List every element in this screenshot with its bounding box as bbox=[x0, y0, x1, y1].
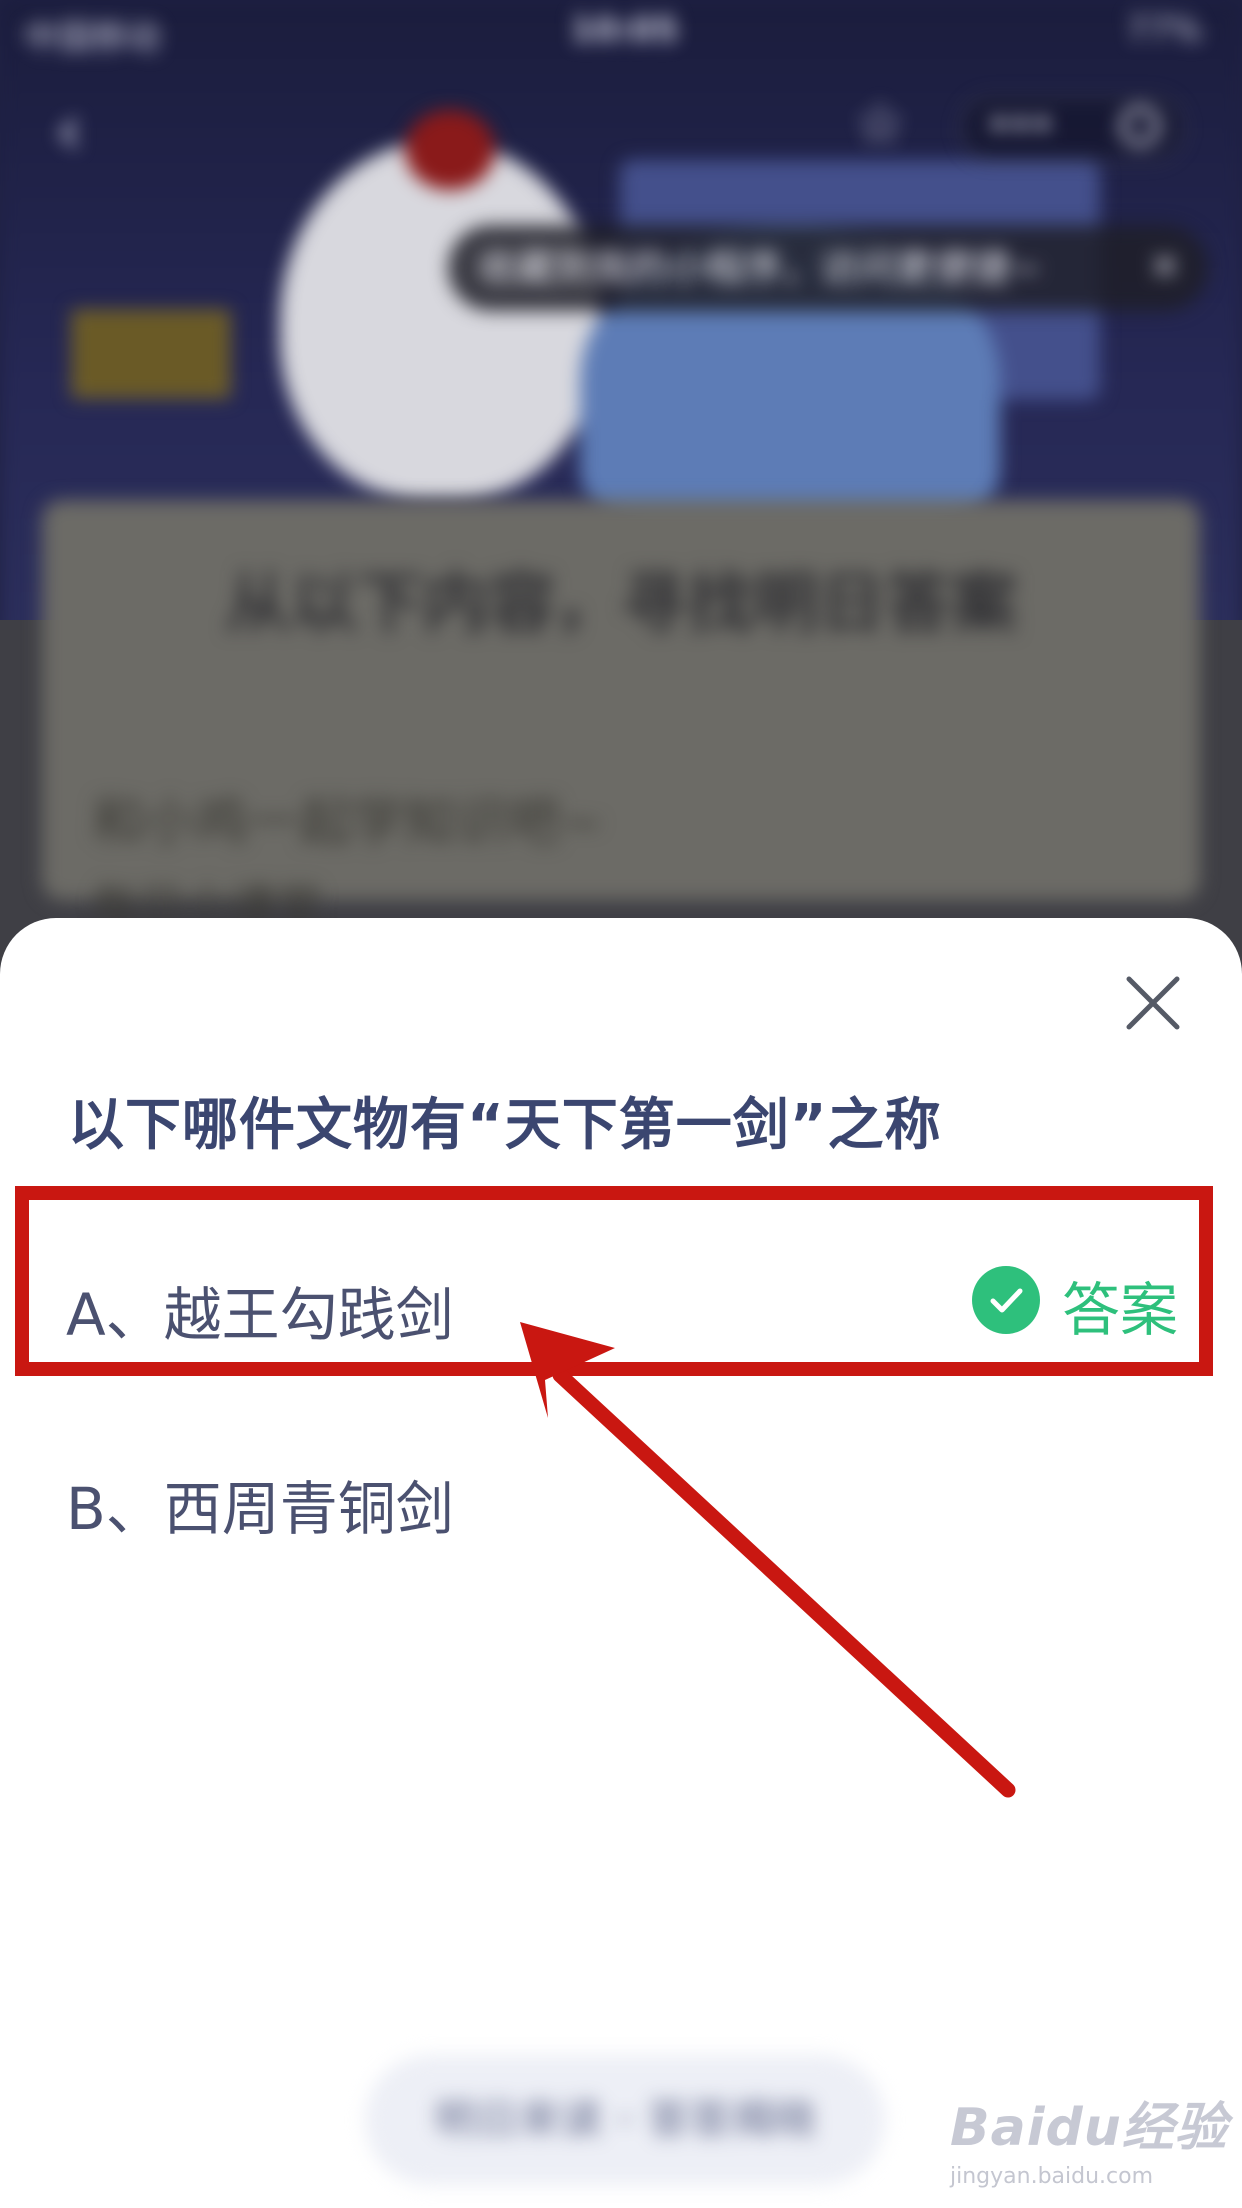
quiz-question: 以下哪件文物有“天下第一剑”之称 bbox=[68, 1093, 942, 1158]
option-b[interactable]: B、西周青铜剑 bbox=[66, 1462, 454, 1546]
background-heading: 从以下内容，寻找明日答案 bbox=[225, 565, 1017, 642]
chicken-mascot-image bbox=[280, 140, 600, 500]
chicken-comb-image bbox=[405, 110, 495, 190]
annotation-highlight-box bbox=[15, 1186, 1213, 1376]
tooltip-text: 收藏到我的小程序，访问更便捷~ bbox=[478, 246, 1042, 290]
mini-program-capsule[interactable]: ••• bbox=[960, 95, 1184, 161]
exit-icon[interactable] bbox=[1120, 106, 1160, 146]
banner-badge bbox=[72, 310, 230, 398]
battery-text: 77% bbox=[1126, 10, 1202, 50]
carrier-text: 中国移动 bbox=[24, 18, 160, 58]
background-subtitle: 和小鸡一起学知识吧~ bbox=[92, 793, 604, 853]
baidu-watermark: Baidu经验 jingyan.baidu.com bbox=[950, 2085, 1228, 2189]
time-text: 10:05 bbox=[570, 10, 679, 50]
status-bar: 中国移动 10:05 77% bbox=[0, 0, 1242, 60]
star-icon[interactable]: ☆ bbox=[855, 92, 905, 157]
watermark-main: Baidu经验 bbox=[950, 2098, 1228, 2158]
watermark-sub: jingyan.baidu.com bbox=[950, 2164, 1154, 2189]
more-icon[interactable]: ••• bbox=[988, 105, 1053, 145]
close-icon[interactable] bbox=[1125, 975, 1181, 1031]
bottom-action-button[interactable]: 明日来读 · 答答揭晓 bbox=[365, 2055, 885, 2185]
back-arrow-icon[interactable]: ‹ bbox=[55, 95, 105, 165]
favorite-tooltip: 收藏到我的小程序，访问更便捷~ ✕ bbox=[448, 225, 1208, 311]
tooltip-close-icon[interactable]: ✕ bbox=[1150, 225, 1180, 311]
